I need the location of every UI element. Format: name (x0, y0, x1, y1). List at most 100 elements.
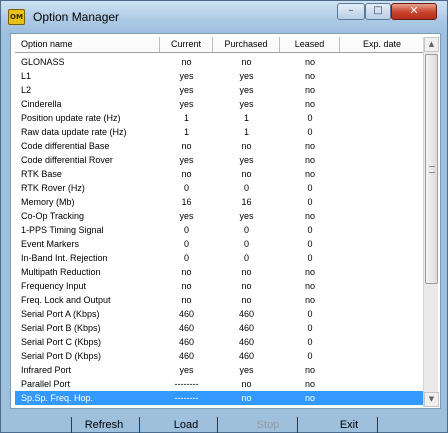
table-row[interactable]: Serial Port B (Kbps) 460 460 0 (15, 321, 425, 335)
button-bar: Refresh Load Stop Exit (1, 411, 447, 433)
minimize-button[interactable]: – (337, 3, 365, 20)
option-name-cell: Freq. Lock and Output (21, 295, 111, 305)
leased-cell: no (304, 393, 315, 403)
exp-date-cell (340, 153, 425, 167)
exp-date-cell (340, 111, 425, 125)
table-row[interactable]: RTK Rover (Hz) 0 0 0 (15, 181, 425, 195)
table-row[interactable]: GLONASS no no no (15, 55, 425, 69)
table-row[interactable]: Code differential Rover yes yes no (15, 153, 425, 167)
option-manager-app-icon[interactable]: OM (8, 9, 25, 25)
option-name-cell: Code differential Base (21, 141, 110, 151)
option-name-cell: Raw data update rate (Hz) (21, 127, 127, 137)
column-header-current[interactable]: Current (160, 37, 213, 52)
scrollbar-thumb[interactable] (425, 54, 438, 284)
exp-date-cell (340, 377, 425, 391)
table-row[interactable]: 1-PPS Timing Signal 0 0 0 (15, 223, 425, 237)
table-row[interactable]: Infrared Port yes yes no (15, 363, 425, 377)
purchased-cell: yes (239, 85, 254, 95)
leased-cell: no (304, 99, 315, 109)
table-row[interactable]: Freq. Lock and Output no no no (15, 293, 425, 307)
leased-cell: no (304, 57, 315, 67)
table-row[interactable]: L1 yes yes no (15, 69, 425, 83)
table-row[interactable]: Serial Port D (Kbps) 460 460 0 (15, 349, 425, 363)
table-row[interactable]: Position update rate (Hz) 1 1 0 (15, 111, 425, 125)
scroll-up-arrow-icon[interactable]: ▲ (424, 37, 439, 52)
scroll-down-arrow-icon[interactable]: ▼ (424, 392, 439, 407)
table-row[interactable]: Raw data update rate (Hz) 1 1 0 (15, 125, 425, 139)
exp-date-cell (340, 265, 425, 279)
title-bar[interactable]: OM Option Manager – □ ✕ (1, 1, 447, 33)
option-name-cell: Event Markers (21, 239, 80, 249)
maximize-button[interactable]: □ (365, 3, 391, 20)
option-name-cell: GLONASS (21, 57, 65, 67)
option-name-cell: Co-Op Tracking (21, 211, 85, 221)
option-name-cell: Frequency Input (21, 281, 87, 291)
purchased-cell: no (241, 295, 252, 305)
table-row[interactable]: Cinderella yes yes no (15, 97, 425, 111)
table-row[interactable]: RTK Base no no no (15, 167, 425, 181)
button-separator (217, 417, 218, 433)
current-cell: 460 (178, 337, 195, 347)
option-name-cell: Position update rate (Hz) (21, 113, 121, 123)
table-row[interactable]: L2 yes yes no (15, 83, 425, 97)
option-name-cell: Cinderella (21, 99, 62, 109)
column-header-exp-date[interactable]: Exp. date (340, 37, 425, 52)
purchased-cell: 460 (238, 337, 255, 347)
exp-date-cell (340, 167, 425, 181)
leased-cell: 0 (307, 351, 313, 361)
table-row[interactable]: In-Band Int. Rejection 0 0 0 (15, 251, 425, 265)
current-cell: no (181, 281, 192, 291)
current-cell: 460 (178, 323, 195, 333)
table-row[interactable]: Co-Op Tracking yes yes no (15, 209, 425, 223)
vertical-scrollbar[interactable]: ▲ ▼ (423, 37, 439, 407)
current-cell: 460 (178, 351, 195, 361)
current-cell: 0 (183, 183, 189, 193)
table-row[interactable]: Parallel Port -------- no no (15, 377, 425, 391)
leased-cell: no (304, 85, 315, 95)
column-header-leased[interactable]: Leased (280, 37, 340, 52)
exp-date-cell (340, 223, 425, 237)
table-row[interactable]: Event Markers 0 0 0 (15, 237, 425, 251)
leased-cell: 0 (307, 197, 313, 207)
current-cell: yes (179, 155, 194, 165)
option-name-cell: Serial Port B (Kbps) (21, 323, 101, 333)
table-row[interactable]: Serial Port A (Kbps) 460 460 0 (15, 307, 425, 321)
table-row[interactable]: Sp.Sp. Freq. Hop. -------- no no (15, 391, 425, 405)
purchased-cell: 460 (238, 323, 255, 333)
option-name-cell: L2 (21, 85, 32, 95)
option-manager-window: OM Option Manager – □ ✕ Option name Curr… (0, 0, 448, 433)
option-name-cell: Multipath Reduction (21, 267, 101, 277)
purchased-cell: 16 (241, 197, 252, 207)
exp-date-cell (340, 69, 425, 83)
refresh-button[interactable]: Refresh (73, 415, 135, 433)
current-cell: 0 (183, 225, 189, 235)
button-separator (297, 417, 298, 433)
option-name-cell: In-Band Int. Rejection (21, 253, 108, 263)
option-name-cell: Memory (Mb) (21, 197, 75, 207)
table-row[interactable]: Frequency Input no no no (15, 279, 425, 293)
column-header-option-name[interactable]: Option name (15, 37, 160, 52)
current-cell: 1 (183, 113, 189, 123)
exit-button[interactable]: Exit (313, 415, 385, 433)
column-header-purchased[interactable]: Purchased (213, 37, 280, 52)
stop-button[interactable]: Stop (233, 415, 303, 433)
close-button[interactable]: ✕ (391, 3, 437, 20)
leased-cell: no (304, 169, 315, 179)
exp-date-cell (340, 293, 425, 307)
table-row[interactable]: Sp.Sp. Direct (15, 405, 425, 407)
load-button[interactable]: Load (151, 415, 221, 433)
option-name-cell: L1 (21, 71, 32, 81)
purchased-cell: no (241, 267, 252, 277)
leased-cell: 0 (307, 253, 313, 263)
purchased-cell: 0 (243, 253, 249, 263)
purchased-cell: 1 (243, 127, 249, 137)
table-row[interactable]: Serial Port C (Kbps) 460 460 0 (15, 335, 425, 349)
table-row[interactable]: Memory (Mb) 16 16 0 (15, 195, 425, 209)
option-name-cell: Serial Port C (Kbps) (21, 337, 102, 347)
purchased-cell: no (241, 281, 252, 291)
current-cell: no (181, 57, 192, 67)
table-row[interactable]: Code differential Base no no no (15, 139, 425, 153)
leased-cell: 0 (307, 113, 313, 123)
table-row[interactable]: Multipath Reduction no no no (15, 265, 425, 279)
option-name-cell: RTK Base (21, 169, 62, 179)
